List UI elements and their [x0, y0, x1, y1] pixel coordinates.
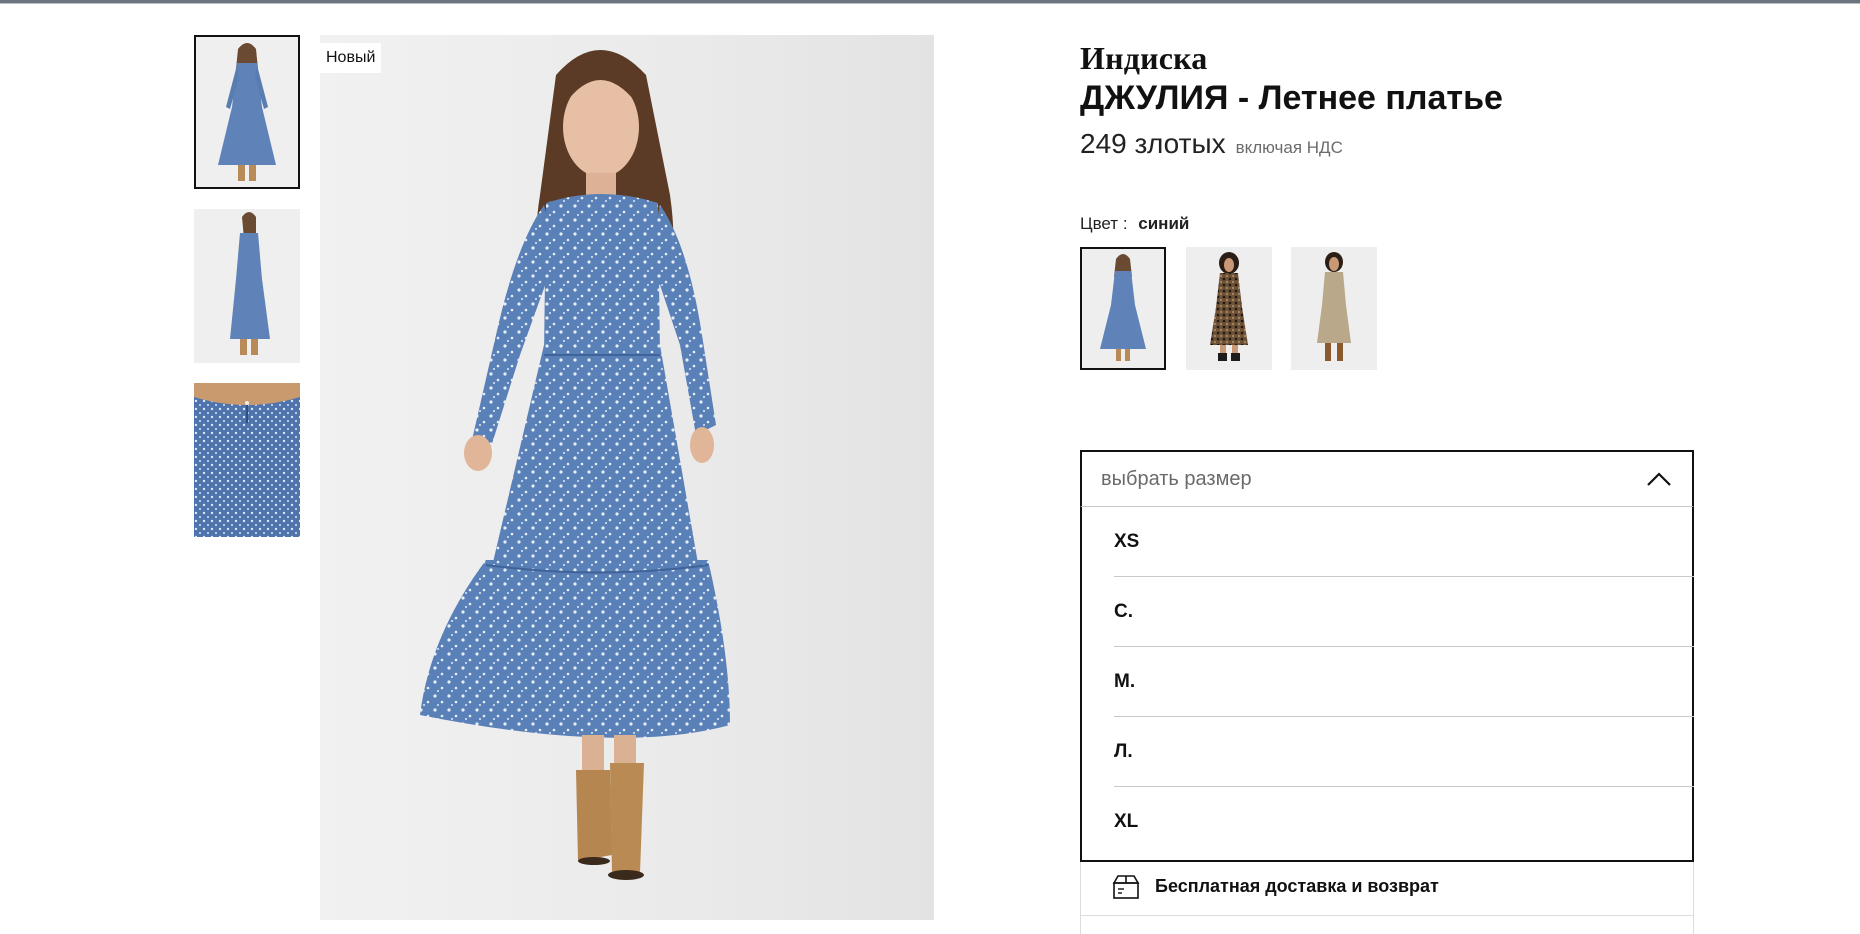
brand-name[interactable]: Индиска	[1080, 38, 1694, 78]
size-option-m[interactable]: М.	[1114, 647, 1694, 717]
color-swatch-beige[interactable]	[1291, 247, 1377, 370]
swatch-leopard-image	[1186, 247, 1272, 370]
swatch-beige-image	[1291, 247, 1377, 370]
dress-model-image	[320, 35, 934, 920]
delivery-text: Бесплатная доставка и возврат	[1155, 876, 1439, 896]
new-badge: Новый	[320, 43, 382, 73]
size-option-xl[interactable]: XL	[1114, 787, 1694, 857]
product-title: ДЖУЛИЯ - Летнее платье	[1080, 79, 1503, 117]
vat-note: включая НДС	[1235, 138, 1343, 157]
color-label: Цвет :	[1080, 214, 1128, 233]
chevron-up-icon[interactable]	[1644, 466, 1674, 492]
color-swatch-leopard[interactable]	[1186, 247, 1272, 370]
thumbnail-front-view[interactable]	[194, 35, 300, 189]
size-select[interactable]: выбрать размер	[1080, 450, 1694, 508]
delivery-box-icon	[1112, 874, 1140, 899]
thumbnail-side-view[interactable]	[194, 209, 300, 363]
color-label-row: Цвет : синий	[1080, 214, 1189, 234]
top-divider	[0, 0, 1860, 4]
product-info: Индиска ДЖУЛИЯ - Летнее платье 249 злоты…	[1080, 38, 1694, 160]
product-price: 249 злотых	[1080, 128, 1226, 159]
size-options-list: XS С. М. Л. XL	[1080, 506, 1694, 862]
dress-back-detail-thumb-image	[194, 383, 300, 537]
next-section-edge	[1080, 916, 1694, 934]
swatch-blue-image	[1082, 249, 1164, 368]
size-option-s[interactable]: С.	[1114, 577, 1694, 647]
size-option-l[interactable]: Л.	[1114, 717, 1694, 787]
dress-front-thumb-image	[196, 37, 298, 187]
main-product-image[interactable]: Новый	[320, 35, 934, 920]
size-select-placeholder: выбрать размер	[1101, 467, 1252, 490]
size-option-xs[interactable]: XS	[1114, 507, 1694, 577]
color-swatch-blue[interactable]	[1080, 247, 1166, 370]
price-row: 249 злотых включая НДС	[1080, 128, 1694, 160]
delivery-info[interactable]: Бесплатная доставка и возврат	[1080, 858, 1694, 916]
color-value: синий	[1138, 214, 1190, 233]
dress-side-thumb-image	[194, 209, 300, 363]
thumbnail-back-detail[interactable]	[194, 383, 300, 537]
